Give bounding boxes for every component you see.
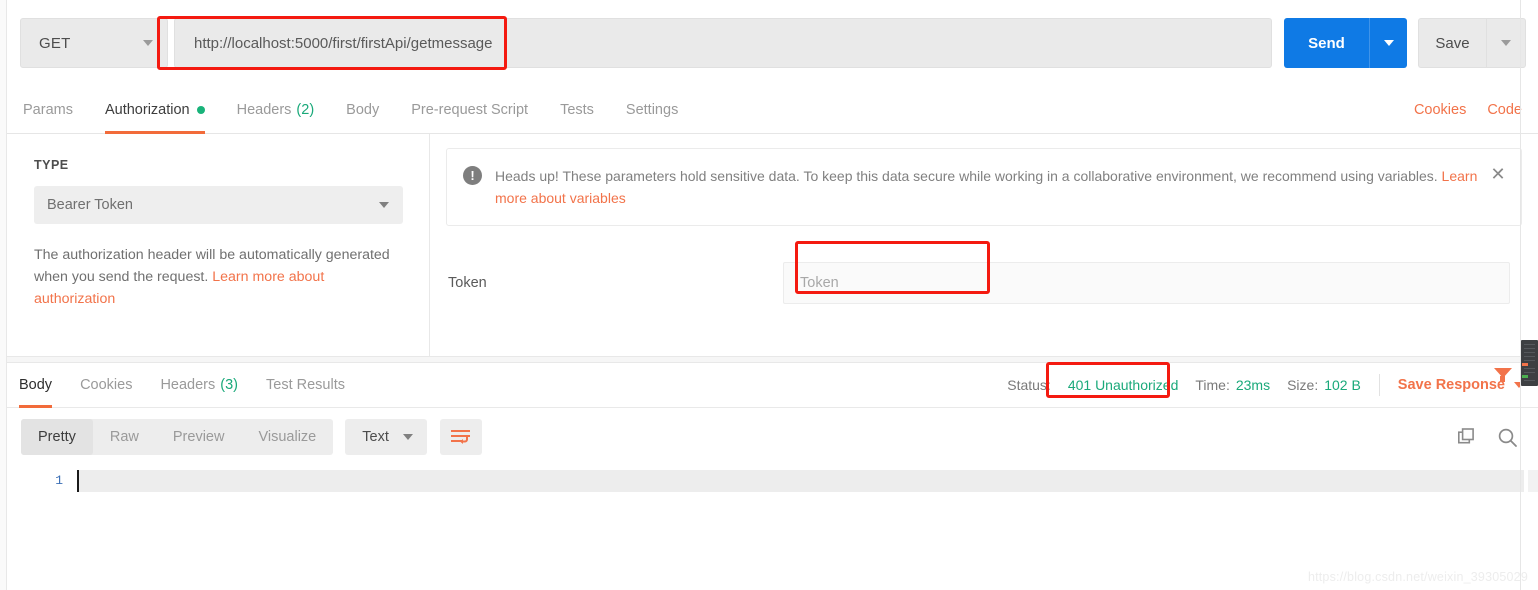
status-badge: 401 Unauthorized <box>1067 377 1179 393</box>
tab-authorization[interactable]: Authorization <box>89 86 221 134</box>
tab-headers[interactable]: Headers (2) <box>221 86 331 134</box>
line-number: 1 <box>55 473 63 488</box>
auth-active-dot-icon <box>196 105 205 114</box>
auth-description: The authorization header will be automat… <box>34 244 403 310</box>
save-response-label: Save Response <box>1397 377 1505 393</box>
filter-funnel-stem-icon <box>1500 376 1505 382</box>
tab-label: Authorization <box>104 101 190 118</box>
url-input[interactable]: http://localhost:5000/first/firstApi/get… <box>174 18 1272 68</box>
view-mode-pretty[interactable]: Pretty <box>21 419 93 455</box>
tab-label: Body <box>346 101 380 118</box>
postman-window: GET http://localhost:5000/first/firstApi… <box>0 0 1538 590</box>
edge-divider <box>1520 0 1521 590</box>
response-tabs: Body Cookies Headers (3) Test Results St… <box>7 363 1538 408</box>
response-format-dropdown[interactable]: Text <box>345 419 427 455</box>
tab-badge: (2) <box>296 101 315 118</box>
line-content[interactable] <box>77 470 1524 492</box>
save-button-label: Save <box>1435 34 1470 52</box>
response-view-toolbar: Pretty Raw Preview Visualize Text <box>7 408 1538 466</box>
wrap-lines-button[interactable] <box>439 419 482 455</box>
response-body-editor[interactable]: 1 https://blog.csdn.net/weixin_39305029 <box>7 466 1538 590</box>
response-tab-headers[interactable]: Headers (3) <box>146 363 252 408</box>
window-scrollbar-thumb[interactable] <box>1521 340 1538 386</box>
auth-config-column: ! Heads up! These parameters hold sensit… <box>430 134 1538 356</box>
view-mode-raw[interactable]: Raw <box>93 419 156 455</box>
http-method-dropdown[interactable]: GET <box>20 18 168 68</box>
left-rail <box>0 0 7 590</box>
view-mode-visualize[interactable]: Visualize <box>241 419 333 455</box>
status-label: Status: <box>1007 377 1051 393</box>
token-label: Token <box>448 275 487 291</box>
url-bar: GET http://localhost:5000/first/firstApi… <box>7 0 1538 86</box>
auth-type-dropdown[interactable]: Bearer Token <box>34 186 403 224</box>
tab-label: Pre-request Script <box>411 101 529 118</box>
send-button-label: Send <box>1308 34 1345 52</box>
response-format-value: Text <box>362 429 389 445</box>
chevron-down-icon <box>1501 40 1511 46</box>
chevron-down-icon <box>379 202 389 208</box>
response-tab-body[interactable]: Body <box>7 363 66 408</box>
tab-label: Body <box>19 377 53 393</box>
tab-badge: (3) <box>220 377 238 393</box>
editor-line: 1 <box>7 470 1524 492</box>
url-text: http://localhost:5000/first/firstApi/get… <box>194 34 493 52</box>
sensitive-data-notice: ! Heads up! These parameters hold sensit… <box>446 148 1522 226</box>
close-icon[interactable]: ✕ <box>1489 165 1507 183</box>
text-cursor <box>77 470 79 492</box>
view-mode-group: Pretty Raw Preview Visualize <box>21 419 334 455</box>
token-placeholder: Token <box>800 275 839 291</box>
editor-scrollbar[interactable] <box>1528 470 1538 492</box>
wrap-lines-icon <box>451 429 471 444</box>
http-method-label: GET <box>39 34 71 52</box>
token-row: Token Token <box>446 262 1522 304</box>
send-button[interactable]: Send <box>1284 18 1369 68</box>
warning-icon: ! <box>463 166 482 185</box>
response-tab-test-results[interactable]: Test Results <box>252 363 359 408</box>
cookies-link[interactable]: Cookies <box>1414 102 1466 118</box>
tab-label: Headers <box>236 101 292 118</box>
tab-label: Params <box>23 101 73 118</box>
view-mode-preview[interactable]: Preview <box>156 419 242 455</box>
tab-label: Cookies <box>80 377 133 393</box>
send-options-button[interactable] <box>1369 18 1407 68</box>
code-link[interactable]: Code <box>1487 102 1522 118</box>
status-divider <box>1378 374 1380 396</box>
tab-label: Settings <box>625 101 679 118</box>
tab-label: Test Results <box>266 377 345 393</box>
chevron-down-icon <box>402 434 413 440</box>
auth-type-value: Bearer Token <box>47 197 133 213</box>
request-tabs: Params Authorization Headers (2) Body Pr… <box>7 86 1538 134</box>
tab-params[interactable]: Params <box>7 86 89 134</box>
notice-text: Heads up! These parameters hold sensitiv… <box>495 165 1489 209</box>
tab-label: Headers <box>160 377 216 393</box>
time-label: Time: <box>1195 377 1230 393</box>
copy-icon[interactable] <box>1458 427 1477 447</box>
token-input[interactable]: Token <box>783 262 1510 304</box>
authorization-panel: TYPE Bearer Token The authorization head… <box>7 134 1538 356</box>
response-tab-cookies[interactable]: Cookies <box>66 363 146 408</box>
notice-message: Heads up! These parameters hold sensitiv… <box>495 168 1442 184</box>
response-status-bar: Status: 401 Unauthorized Time: 23ms Size… <box>990 374 1538 396</box>
tab-settings[interactable]: Settings <box>610 86 694 134</box>
auth-type-column: TYPE Bearer Token The authorization head… <box>7 134 430 356</box>
auth-type-heading: TYPE <box>34 158 69 172</box>
chevron-down-icon <box>143 40 153 46</box>
size-value: 102 B <box>1324 377 1361 393</box>
tab-body[interactable]: Body <box>330 86 395 134</box>
search-icon[interactable] <box>1497 427 1518 448</box>
tab-tests[interactable]: Tests <box>544 86 610 134</box>
tab-label: Tests <box>560 101 594 118</box>
save-response-button[interactable]: Save Response <box>1398 377 1524 393</box>
chevron-down-icon <box>1383 40 1394 46</box>
warning-glyph: ! <box>470 168 475 183</box>
watermark: https://blog.csdn.net/weixin_39305029 <box>1307 570 1528 584</box>
save-button[interactable]: Save <box>1418 18 1486 68</box>
size-label: Size: <box>1287 377 1319 393</box>
tab-pre-request-script[interactable]: Pre-request Script <box>395 86 544 134</box>
time-value: 23ms <box>1235 377 1271 393</box>
